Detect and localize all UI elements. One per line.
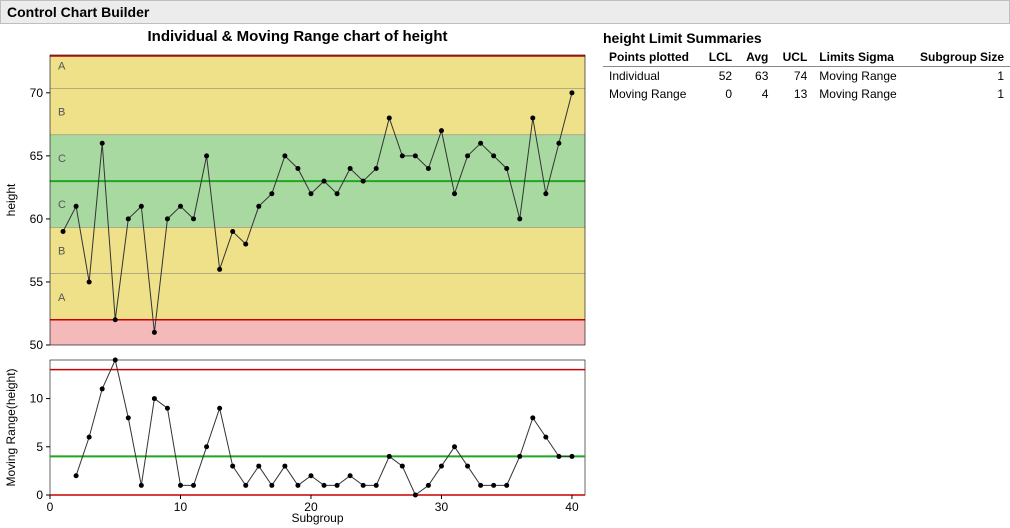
- summary-table: Points plotted LCL Avg UCL Limits Sigma …: [603, 48, 1010, 103]
- svg-text:0: 0: [36, 488, 43, 502]
- svg-text:A: A: [58, 60, 66, 72]
- svg-text:B: B: [58, 107, 65, 119]
- svg-text:65: 65: [30, 149, 44, 163]
- table-row: Individual526374Moving Range1: [603, 67, 1010, 86]
- svg-text:40: 40: [565, 500, 579, 514]
- svg-text:70: 70: [30, 86, 44, 100]
- svg-text:0: 0: [47, 500, 54, 514]
- chart-title: Individual & Moving Range chart of heigh…: [0, 28, 595, 45]
- svg-text:height: height: [4, 183, 18, 216]
- col-size: Subgroup Size: [908, 48, 1010, 67]
- svg-text:Subgroup: Subgroup: [291, 511, 343, 525]
- col-ucl: UCL: [774, 48, 813, 67]
- svg-text:10: 10: [174, 500, 188, 514]
- col-lcl: LCL: [701, 48, 738, 67]
- svg-text:50: 50: [30, 338, 44, 352]
- svg-text:10: 10: [30, 392, 44, 406]
- summary-panel: height Limit Summaries Points plotted LC…: [595, 24, 1010, 103]
- summary-title: height Limit Summaries: [603, 28, 1010, 48]
- window-title: Control Chart Builder: [0, 0, 1010, 24]
- svg-text:C: C: [58, 199, 66, 211]
- control-chart[interactable]: A B C C B A 50 55 60 65 70 height 0 5 10 Moving Range(h…: [0, 45, 595, 525]
- svg-text:60: 60: [30, 212, 44, 226]
- table-row: Moving Range0413Moving Range1: [603, 85, 1010, 103]
- svg-text:A: A: [58, 292, 66, 304]
- svg-text:Moving Range(height): Moving Range(height): [4, 368, 18, 486]
- svg-text:55: 55: [30, 275, 44, 289]
- svg-text:5: 5: [36, 440, 43, 454]
- svg-text:C: C: [58, 153, 66, 165]
- col-points: Points plotted: [603, 48, 701, 67]
- chart-panel: Individual & Moving Range chart of heigh…: [0, 24, 595, 525]
- col-sigma: Limits Sigma: [813, 48, 908, 67]
- col-avg: Avg: [738, 48, 774, 67]
- svg-text:B: B: [58, 245, 65, 257]
- svg-text:30: 30: [435, 500, 449, 514]
